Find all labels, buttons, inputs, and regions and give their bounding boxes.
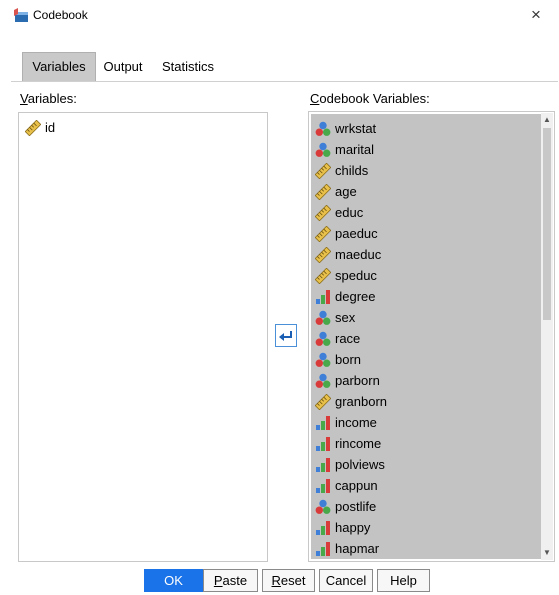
codebook-variable-item-label: paeduc xyxy=(335,226,378,241)
source-variable-list[interactable]: id xyxy=(18,112,268,562)
codebook-variable-item-label: wrkstat xyxy=(335,121,377,136)
codebook-variable-item-label: income xyxy=(335,415,377,430)
codebook-variable-item-label: sex xyxy=(335,310,356,325)
variables-label: Variables: xyxy=(20,91,77,106)
selected-items-area: wrkstat marital childs age educ paeduc maeduc s… xyxy=(311,114,541,559)
ordinal-icon xyxy=(315,541,331,557)
nominal-icon xyxy=(315,331,331,347)
codebook-variable-item-label: childs xyxy=(335,163,369,178)
cancel-button[interactable]: Cancel xyxy=(319,569,373,592)
codebook-variable-item-label: parborn xyxy=(335,373,380,388)
nominal-icon xyxy=(315,121,331,137)
button-bar: OK Paste Reset Cancel Help xyxy=(0,566,559,595)
scroll-up-icon[interactable]: ▲ xyxy=(541,113,553,127)
codebook-variable-item-label: educ xyxy=(335,205,364,220)
codebook-variable-item-label: race xyxy=(335,331,361,346)
scale-ruler-icon xyxy=(314,246,332,264)
tab-statistics[interactable]: Statistics xyxy=(152,53,224,81)
variable-item-label: id xyxy=(45,120,56,135)
nominal-icon xyxy=(315,352,331,368)
close-button[interactable]: × xyxy=(527,5,545,25)
help-button[interactable]: Help xyxy=(377,569,430,592)
nominal-icon xyxy=(315,499,331,515)
reset-button[interactable]: Reset xyxy=(262,569,315,592)
codebook-app-icon xyxy=(14,8,28,22)
scale-ruler-icon xyxy=(314,204,332,222)
vertical-scrollbar[interactable]: ▲ ▼ xyxy=(541,113,553,560)
scroll-down-icon[interactable]: ▼ xyxy=(541,546,553,560)
codebook-variable-item-label: marital xyxy=(335,142,375,157)
ordinal-icon xyxy=(315,520,331,536)
codebook-variable-item-label: rincome xyxy=(335,436,382,451)
codebook-variables-label: Codebook Variables: xyxy=(310,91,430,106)
move-variable-button[interactable] xyxy=(275,324,297,347)
codebook-variable-item-label: happy xyxy=(335,520,371,535)
codebook-variable-item-label: degree xyxy=(335,289,376,304)
scale-ruler-icon xyxy=(314,183,332,201)
codebook-variable-item-label: age xyxy=(335,184,357,199)
codebook-variable-list[interactable]: wrkstat marital childs age educ paeduc maeduc s… xyxy=(308,111,555,562)
tab-output[interactable]: Output xyxy=(97,53,149,81)
codebook-variable-item-label: speduc xyxy=(335,268,377,283)
ordinal-icon xyxy=(315,289,331,305)
arrow-left-icon xyxy=(279,331,292,341)
ordinal-icon xyxy=(315,436,331,452)
codebook-variable-item-label: born xyxy=(335,352,362,367)
scale-ruler-icon xyxy=(314,162,332,180)
scale-ruler-icon xyxy=(24,119,42,137)
nominal-icon xyxy=(315,310,331,326)
window-title: Codebook xyxy=(33,8,88,22)
scale-ruler-icon xyxy=(314,393,332,411)
codebook-variable-item-label: polviews xyxy=(335,457,385,472)
ordinal-icon xyxy=(315,457,331,473)
codebook-variable-item-label: hapmar xyxy=(335,541,380,556)
nominal-icon xyxy=(315,142,331,158)
scale-ruler-icon xyxy=(314,225,332,243)
codebook-variable-item-label: maeduc xyxy=(335,247,382,262)
tab-variables[interactable]: Variables xyxy=(22,52,96,82)
title-bar: Codebook × xyxy=(0,0,559,30)
codebook-variable-item-label: granborn xyxy=(335,394,388,409)
nominal-icon xyxy=(315,373,331,389)
ordinal-icon xyxy=(315,478,331,494)
codebook-variable-item-label: cappun xyxy=(335,478,378,493)
scroll-thumb[interactable] xyxy=(543,128,551,320)
codebook-variable-item-label: postlife xyxy=(335,499,377,514)
paste-button[interactable]: Paste xyxy=(203,569,258,592)
ordinal-icon xyxy=(315,415,331,431)
ok-button[interactable]: OK xyxy=(144,569,203,592)
scale-ruler-icon xyxy=(314,267,332,285)
